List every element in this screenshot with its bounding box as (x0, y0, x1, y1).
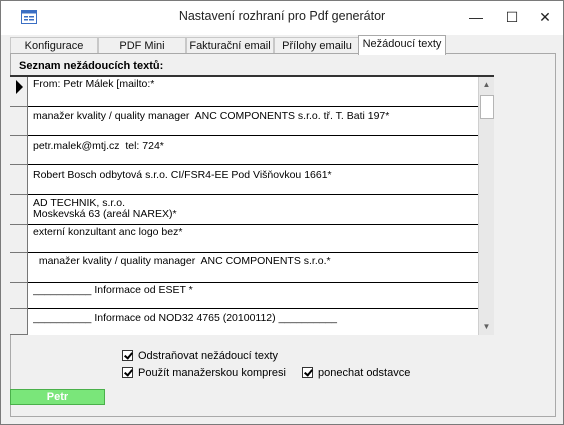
list-item-text: __________ Informace od ESET * (33, 285, 193, 296)
list-item-text: manažer kvality / quality manager ANC CO… (33, 256, 331, 267)
list-item-text: Moskevská 63 (areál NAREX)* (33, 209, 177, 220)
list-item[interactable]: From: Petr Málek [mailto:* (28, 77, 478, 107)
manager-compression-label: Použít manažerskou kompresi (138, 367, 286, 379)
list-item[interactable]: __________ Informace od ESET * (28, 283, 478, 309)
list-item-text: manažer kvality / quality manager ANC CO… (33, 111, 390, 122)
tab-konfigurace[interactable]: Konfigurace (10, 37, 98, 53)
close-button[interactable]: ✕ (528, 1, 562, 33)
list-item[interactable]: __________ Informace od NOD32 4765 (2010… (28, 309, 478, 335)
record-selector[interactable] (10, 309, 28, 335)
list-item-text: petr.malek@mtj.cz tel: 724* (33, 141, 164, 152)
record-selector[interactable] (10, 253, 28, 283)
list-item-text: __________ Informace od NOD32 4765 (2010… (33, 313, 337, 324)
tab-pdf-mini[interactable]: PDF Mini (98, 37, 186, 53)
record-selector[interactable] (10, 107, 28, 136)
list-item[interactable]: manažer kvality / quality manager ANC CO… (28, 107, 478, 136)
remove-unwanted-label: Odstraňovat nežádoucí texty (138, 350, 279, 362)
list-item-text: externí konzultant anc logo bez* (33, 227, 183, 238)
unwanted-texts-list[interactable]: From: Petr Málek [mailto:* manažer kvali… (10, 75, 494, 335)
list-item[interactable]: manažer kvality / quality manager ANC CO… (28, 253, 478, 283)
scroll-down-icon[interactable]: ▼ (479, 319, 494, 335)
checkbox-checked-icon[interactable] (122, 367, 133, 378)
list-item-text: Robert Bosch odbytová s.r.o. CI/FSR4-EE … (33, 170, 332, 181)
checkbox-checked-icon[interactable] (302, 367, 313, 378)
list-item[interactable]: petr.malek@mtj.cz tel: 724* (28, 136, 478, 165)
list-item[interactable]: Robert Bosch odbytová s.r.o. CI/FSR4-EE … (28, 165, 478, 195)
list-label: Seznam nežádoucích textů: (19, 60, 164, 72)
list-item[interactable]: externí konzultant anc logo bez* (28, 225, 478, 253)
scroll-up-icon[interactable]: ▲ (479, 77, 494, 93)
tab-nezadouci-texty[interactable]: Nežádoucí texty (358, 35, 446, 55)
list-item[interactable]: AD TECHNIK, s.r.o. Moskevská 63 (areál N… (28, 195, 478, 225)
record-selector[interactable] (10, 195, 28, 225)
vertical-scrollbar[interactable]: ▲ ▼ (478, 77, 494, 335)
record-selector[interactable] (10, 225, 28, 253)
record-selector[interactable] (10, 165, 28, 195)
record-selector[interactable] (10, 77, 28, 107)
record-selector[interactable] (10, 136, 28, 165)
petr-button[interactable]: Petr (10, 389, 105, 405)
scroll-thumb[interactable] (480, 95, 494, 119)
checkbox-checked-icon[interactable] (122, 350, 133, 361)
minimize-button[interactable]: — (459, 1, 493, 33)
tab-prilohy-emailu[interactable]: Přílohy emailu (274, 37, 360, 53)
current-record-icon (16, 80, 23, 94)
record-selector[interactable] (10, 283, 28, 309)
maximize-button[interactable]: ☐ (495, 1, 529, 33)
tab-fakturacni-email[interactable]: Fakturační email (186, 37, 274, 53)
title-bar: Nastavení rozhraní pro Pdf generátor — ☐… (1, 1, 563, 35)
record-selector-column (10, 77, 28, 335)
keep-paragraphs-label: ponechat odstavce (318, 367, 411, 379)
settings-window: Nastavení rozhraní pro Pdf generátor — ☐… (0, 0, 564, 425)
list-item-text: From: Petr Málek [mailto:* (33, 79, 155, 90)
list-item-text: AD TECHNIK, s.r.o. (33, 198, 125, 209)
